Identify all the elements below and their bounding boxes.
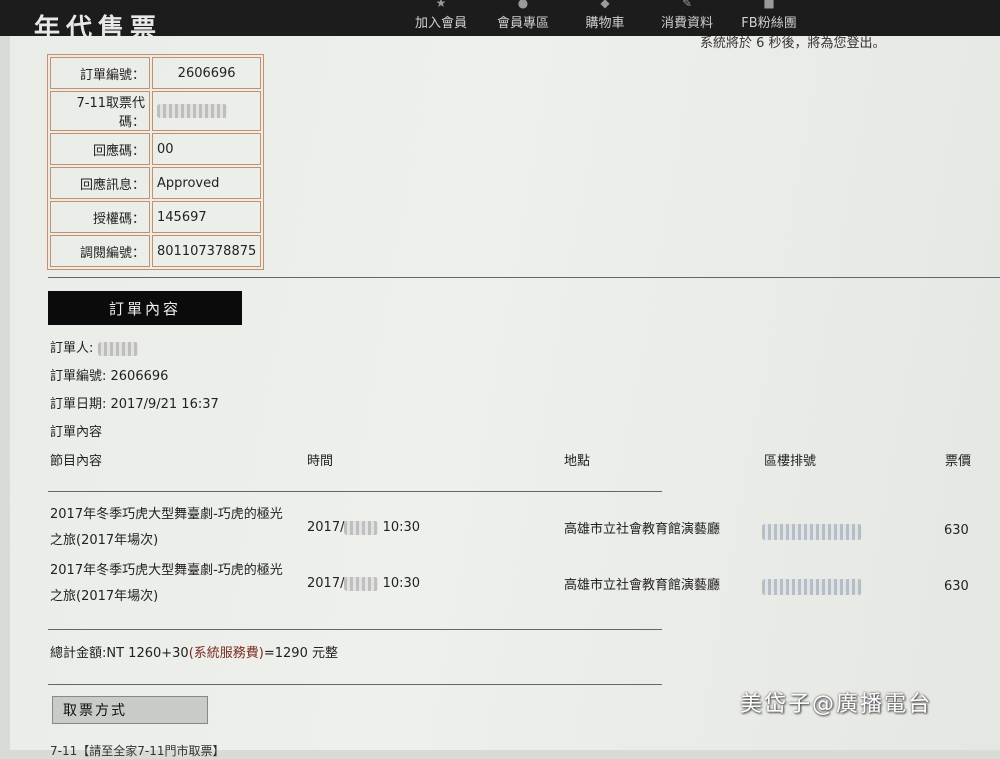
program-name-line: 2017年冬季巧虎大型舞臺劇-巧虎的極光 [50, 507, 283, 522]
divider [48, 629, 662, 630]
response-code-value: 00 [152, 133, 262, 165]
facebook-icon: ■ [763, 0, 775, 10]
list-item-program: 2017年冬季巧虎大型舞臺劇-巧虎的極光 之旅(2017年場次) [50, 502, 300, 554]
nav-label: FB粉絲團 [741, 16, 797, 31]
auth-code-label: 授權碼： [50, 201, 150, 233]
redacted-seat [762, 524, 862, 540]
time-prefix: 2017/ [307, 576, 345, 591]
auth-code-value: 145697 [152, 201, 262, 233]
nav-member-area[interactable]: ● 會員專區 [482, 0, 564, 36]
nav-join-member[interactable]: ★ 加入會員 [400, 0, 482, 36]
col-price: 票價 [945, 454, 972, 469]
time-suffix: 10:30 [382, 520, 421, 535]
nav-label: 加入會員 [414, 16, 467, 31]
nav-cart[interactable]: ◆ 購物車 [564, 0, 646, 36]
col-program: 節目內容 [50, 454, 103, 469]
nav-label: 購物車 [585, 16, 625, 31]
redacted-blur [344, 520, 379, 535]
redacted-blur [157, 104, 227, 118]
col-venue: 地點 [564, 454, 591, 469]
nav-label: 消費資料 [660, 16, 713, 31]
table-row: 回應訊息： Approved [50, 167, 262, 199]
list-item-price: 630 [944, 523, 969, 538]
pickup-method-text: 7-11【請至全家7-11門市取票】 [50, 744, 225, 758]
pen-icon: ✎ [681, 0, 693, 10]
list-item-venue: 高雄市立社會教育館演藝廳 [564, 522, 721, 537]
order-content-label: 訂單內容 [50, 425, 103, 440]
nav-fb-fanpage[interactable]: ■ FB粉絲團 [728, 0, 810, 36]
col-seat: 區樓排號 [764, 454, 817, 469]
divider [48, 277, 1000, 278]
order-number-line: 訂單編號: 2606696 [50, 369, 169, 384]
order-number-value: 2606696 [152, 57, 262, 89]
list-item-price: 630 [944, 579, 969, 594]
reference-number-label: 調閱編號： [50, 235, 150, 267]
top-nav-bar: 年代售票 ★ 加入會員 ● 會員專區 ◆ 購物車 ✎ 消費資料 ■ FB粉絲團 [0, 0, 1000, 44]
pickup-code-value [152, 91, 262, 131]
star-icon: ★ [435, 0, 447, 10]
program-name-line: 之旅(2017年場次) [50, 589, 159, 604]
list-item-time: 2017/ 10:30 [307, 571, 420, 597]
order-number-label: 訂單編號： [50, 57, 150, 89]
redacted-blur [97, 341, 138, 356]
nav-purchase-records[interactable]: ✎ 消費資料 [646, 0, 728, 36]
program-name-line: 2017年冬季巧虎大型舞臺劇-巧虎的極光 [50, 563, 283, 578]
pickup-method-button[interactable]: 取票方式 [52, 696, 208, 724]
order-date-line: 訂單日期: 2017/9/21 16:37 [50, 397, 219, 412]
logout-notice: 系統將於 6 秒後，將為您登出。 [700, 36, 886, 51]
order-content-header: 訂單內容 [48, 291, 242, 325]
response-code-label: 回應碼： [50, 133, 150, 165]
divider [48, 684, 662, 685]
list-item-time: 2017/ 10:30 [307, 515, 420, 541]
col-time: 時間 [307, 454, 334, 469]
payment-result-table: 訂單編號： 2606696 7-11取票代碼： 回應碼： 00 回應訊息： Ap… [47, 54, 265, 270]
table-row: 訂單編號： 2606696 [50, 57, 262, 89]
page-content: 系統將於 6 秒後，將為您登出。 訂單編號： 2606696 7-11取票代碼：… [10, 36, 1000, 758]
person-icon: ● [517, 0, 529, 10]
nav-label: 會員專區 [496, 16, 549, 31]
program-name-line: 之旅(2017年場次) [50, 533, 159, 548]
order-total: 總計金額:NT 1260+30(系統服務費)=1290 元整 [50, 642, 338, 661]
main-nav: ★ 加入會員 ● 會員專區 ◆ 購物車 ✎ 消費資料 ■ FB粉絲團 [400, 0, 810, 36]
redacted-seat [762, 579, 862, 595]
time-prefix: 2017/ [307, 520, 345, 535]
buyer-line: 訂單人: [50, 337, 138, 356]
total-amount: 總計金額:NT 1260+30 [50, 646, 189, 661]
table-row: 調閱編號： 801107378875 [50, 235, 262, 267]
redacted-blur [344, 576, 379, 591]
cart-icon: ◆ [600, 0, 610, 10]
time-suffix: 10:30 [382, 576, 421, 591]
list-item-program: 2017年冬季巧虎大型舞臺劇-巧虎的極光 之旅(2017年場次) [50, 558, 300, 610]
response-message-value: Approved [152, 167, 262, 199]
list-item-venue: 高雄市立社會教育館演藝廳 [564, 578, 721, 593]
buyer-label: 訂單人: [50, 341, 94, 356]
table-row: 回應碼： 00 [50, 133, 262, 165]
table-row: 授權碼： 145697 [50, 201, 262, 233]
table-row: 7-11取票代碼： [50, 91, 262, 131]
pickup-code-label: 7-11取票代碼： [50, 91, 150, 131]
reference-number-value: 801107378875 [152, 235, 262, 267]
service-fee-label: (系統服務費) [188, 646, 264, 661]
response-message-label: 回應訊息： [50, 167, 150, 199]
photo-watermark: 美岱子@廣播電台 [740, 692, 933, 717]
total-sum: =1290 元整 [263, 646, 338, 661]
divider [48, 491, 662, 492]
